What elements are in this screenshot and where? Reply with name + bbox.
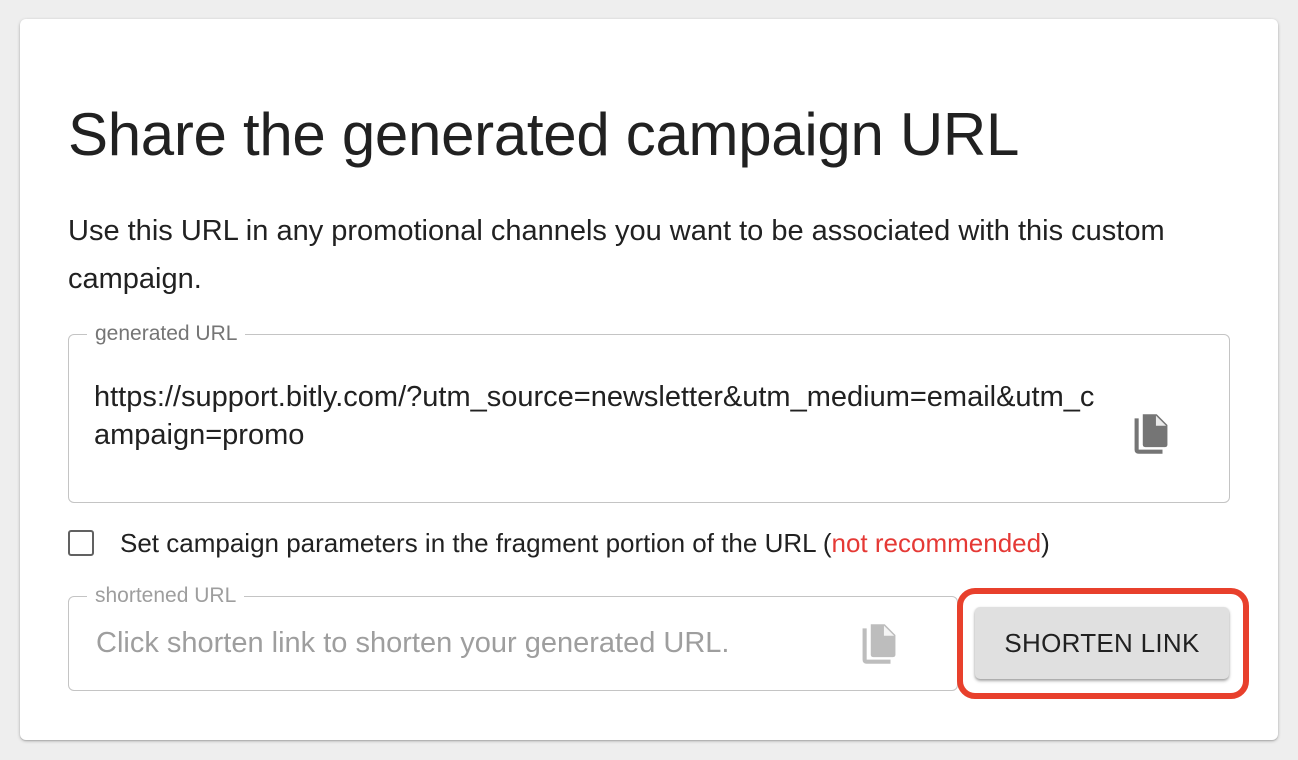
fragment-checkbox-label[interactable]: Set campaign parameters in the fragment … [120, 528, 1050, 559]
description-text: Use this URL in any promotional channels… [68, 215, 1165, 295]
fragment-label-text: Set campaign parameters in the fragment … [120, 527, 832, 558]
shortened-url-placeholder: Click shorten link to shorten your gener… [96, 627, 730, 659]
copy-icon[interactable] [1131, 411, 1171, 457]
fragment-checkbox[interactable] [68, 530, 94, 556]
shortened-url-label: shortened URL [87, 582, 245, 610]
page-title: Share the generated campaign URL [68, 101, 1020, 168]
fragment-option-row: Set campaign parameters in the fragment … [68, 525, 1050, 561]
generated-url-value[interactable]: https://support.bitly.com/?utm_source=ne… [94, 378, 1104, 454]
copy-icon[interactable] [859, 621, 899, 667]
shortened-url-field[interactable]: shortened URL Click shorten link to shor… [68, 582, 958, 691]
generated-url-field[interactable]: generated URL https://support.bitly.com/… [68, 320, 1230, 503]
fragment-label-end: ) [1041, 527, 1050, 558]
share-campaign-card: Share the generated campaign URL Use thi… [20, 19, 1278, 740]
generated-url-label: generated URL [87, 320, 246, 348]
shorten-link-button[interactable]: SHORTEN LINK [975, 607, 1229, 679]
not-recommended-text: not recommended [831, 527, 1042, 558]
